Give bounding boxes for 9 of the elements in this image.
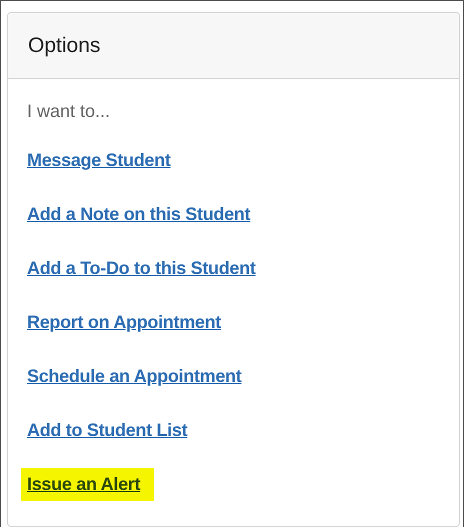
- option-link[interactable]: Issue an Alert: [21, 468, 154, 500]
- option-link[interactable]: Report on Appointment: [27, 308, 228, 336]
- panel-title: Options: [28, 34, 100, 58]
- option-link[interactable]: Add a To-Do to this Student: [27, 254, 262, 282]
- option-link[interactable]: Message Student: [27, 146, 177, 174]
- prompt-text: I want to...: [27, 100, 112, 123]
- option-link[interactable]: Add a Note on this Student: [27, 200, 256, 228]
- option-link[interactable]: Add to Student List: [27, 416, 194, 444]
- option-link[interactable]: Schedule an Appointment: [27, 362, 248, 390]
